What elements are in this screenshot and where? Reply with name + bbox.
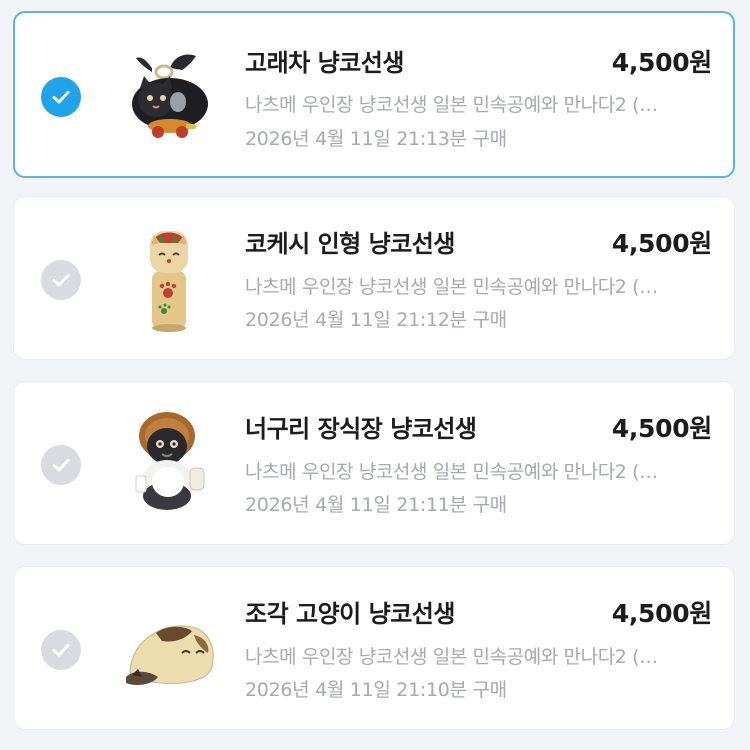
product-description: 나츠메 우인장 냥코선생 일본 민속공예와 만나다2 (… xyxy=(245,646,658,668)
kokeshi-doll-figurine-icon xyxy=(150,231,188,332)
product-description: 나츠메 우인장 냥코선생 일본 민속공예와 만나다2 (… xyxy=(245,276,658,298)
carved-cat-figurine-icon xyxy=(126,625,214,685)
purchase-item[interactable]: 조각 고양이 냥코선생 4,500원 나츠메 우인장 냥코선생 일본 민속공예와… xyxy=(13,566,735,730)
product-thumbnail[interactable] xyxy=(112,221,228,337)
product-price: 4,500원 xyxy=(611,414,713,443)
black-cat-whale-figurine-icon xyxy=(132,54,208,138)
product-description: 나츠메 우인장 냥코선생 일본 민속공예와 만나다2 (… xyxy=(245,461,658,483)
tanuki-ornament-figurine-icon xyxy=(135,412,205,510)
check-icon xyxy=(52,459,70,472)
purchase-list: 고래차 냥코선생 4,500원 나츠메 우인장 냥코선생 일본 민속공예와 만나… xyxy=(0,0,750,750)
product-title: 너구리 장식장 냥코선생 xyxy=(245,415,477,443)
purchase-date: 2026년 4월 11일 21:13분 구매 xyxy=(245,128,507,150)
product-title: 코케시 인형 냥코선생 xyxy=(245,230,455,258)
check-icon xyxy=(52,274,70,287)
purchase-item[interactable]: 코케시 인형 냥코선생 4,500원 나츠메 우인장 냥코선생 일본 민속공예와… xyxy=(13,196,735,360)
purchase-date: 2026년 4월 11일 21:11분 구매 xyxy=(245,494,507,516)
product-title: 고래차 냥코선생 xyxy=(245,49,404,77)
product-thumbnail[interactable] xyxy=(112,406,228,522)
product-title: 조각 고양이 냥코선생 xyxy=(245,600,455,628)
purchase-date: 2026년 4월 11일 21:12분 구매 xyxy=(245,309,507,331)
purchase-date: 2026년 4월 11일 21:10분 구매 xyxy=(245,679,507,701)
check-icon xyxy=(52,91,70,104)
product-price: 4,500원 xyxy=(611,48,713,77)
product-price: 4,500원 xyxy=(611,229,713,258)
product-description: 나츠메 우인장 냥코선생 일본 민속공예와 만나다2 (… xyxy=(245,94,658,116)
purchase-item[interactable]: 너구리 장식장 냥코선생 4,500원 나츠메 우인장 냥코선생 일본 민속공예… xyxy=(13,381,735,545)
checkbox-unchecked[interactable] xyxy=(41,260,81,300)
checkbox-checked[interactable] xyxy=(41,77,81,117)
product-thumbnail[interactable] xyxy=(112,38,228,154)
check-icon xyxy=(52,644,70,657)
checkbox-unchecked[interactable] xyxy=(41,630,81,670)
purchase-item[interactable]: 고래차 냥코선생 4,500원 나츠메 우인장 냥코선생 일본 민속공예와 만나… xyxy=(13,11,735,178)
product-thumbnail[interactable] xyxy=(112,591,228,707)
checkbox-unchecked[interactable] xyxy=(41,445,81,485)
product-price: 4,500원 xyxy=(611,599,713,628)
